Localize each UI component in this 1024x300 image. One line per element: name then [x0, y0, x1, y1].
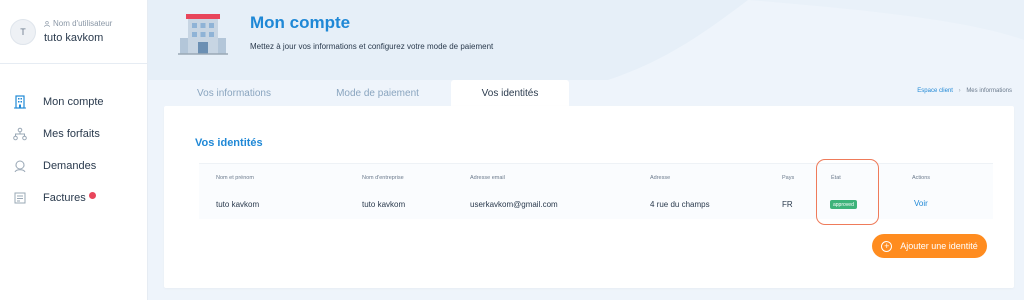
status-highlight-annotation: [816, 159, 879, 225]
tab-vos-informations[interactable]: Vos informations: [164, 80, 304, 106]
tab-vos-identites[interactable]: Vos identités: [451, 80, 569, 106]
sidebar-item-label: Demandes: [43, 160, 97, 172]
building-icon: [13, 95, 27, 109]
sidebar-item-mes-forfaits[interactable]: Mes forfaits: [0, 118, 147, 150]
plus-circle-icon: +: [881, 240, 893, 252]
column-header-email: Adresse email: [470, 175, 505, 181]
column-header-country: Pays: [782, 175, 795, 181]
column-header-name: Nom et prénom: [216, 175, 254, 181]
column-header-company: Nom d'entreprise: [362, 175, 404, 181]
cell-email: userkavkom@gmail.com: [470, 200, 558, 209]
page-title: Mon compte: [250, 13, 351, 32]
tab-bar: Vos informations Mode de paiement Vos id…: [164, 80, 569, 106]
user-name: tuto kavkom: [44, 32, 104, 44]
cell-name: tuto kavkom: [216, 200, 260, 209]
sidebar: T Nom d'utilisateur tuto kavkom Mon comp…: [0, 0, 148, 300]
sitemap-icon: [13, 127, 27, 141]
section-title: Vos identités: [195, 137, 263, 149]
sidebar-item-demandes[interactable]: Demandes: [0, 150, 147, 182]
sidebar-nav: Mon compte Mes forfaits Demandes Facture…: [0, 86, 147, 214]
breadcrumb: Espace client › Mes informations: [917, 88, 1012, 94]
user-icon: [44, 20, 50, 27]
office-building-icon: [178, 14, 228, 55]
add-identity-button[interactable]: + Ajouter une identité: [872, 234, 987, 258]
user-box: T Nom d'utilisateur tuto kavkom: [0, 0, 147, 64]
cell-company: tuto kavkom: [362, 200, 406, 209]
tab-mode-de-paiement[interactable]: Mode de paiement: [304, 80, 451, 106]
sidebar-item-factures[interactable]: Factures: [0, 182, 147, 214]
chevron-right-icon: ›: [958, 88, 961, 94]
add-identity-label: Ajouter une identité: [900, 241, 978, 251]
breadcrumb-root[interactable]: Espace client: [917, 88, 953, 94]
invoice-icon: [13, 191, 27, 205]
avatar[interactable]: T: [10, 18, 36, 45]
page-subtitle: Mettez à jour vos informations et config…: [250, 42, 494, 51]
sidebar-item-mon-compte[interactable]: Mon compte: [0, 86, 147, 118]
sidebar-item-label: Mes forfaits: [43, 128, 100, 140]
column-header-address: Adresse: [650, 175, 671, 181]
sidebar-item-label: Factures: [43, 192, 86, 204]
sidebar-item-label: Mon compte: [43, 96, 104, 108]
page-header: Mon compte Mettez à jour vos information…: [178, 8, 493, 58]
breadcrumb-current: Mes informations: [966, 88, 1012, 94]
user-label: Nom d'utilisateur: [53, 19, 113, 28]
cell-address: 4 rue du champs: [650, 200, 710, 209]
cell-country: FR: [782, 200, 793, 209]
notification-badge: [88, 191, 96, 199]
support-icon: [13, 159, 27, 173]
identities-card: Vos identités Nom et prénom Nom d'entrep…: [164, 106, 1014, 288]
view-link[interactable]: Voir: [914, 199, 928, 208]
column-header-actions: Actions: [912, 175, 931, 181]
